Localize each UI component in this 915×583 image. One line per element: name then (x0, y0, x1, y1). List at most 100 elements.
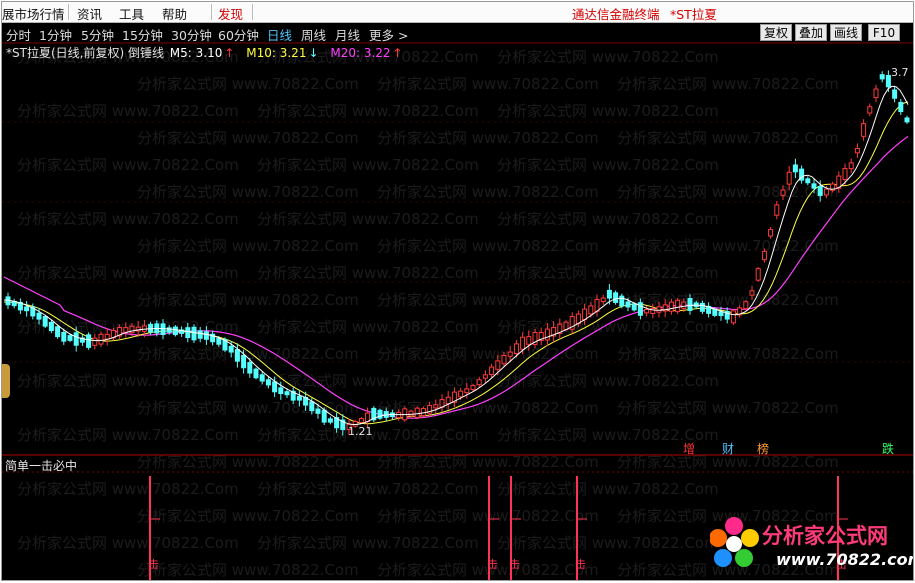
logo-url-text: www.70822.com (776, 550, 914, 569)
event-marker-increase[interactable]: 增 (683, 440, 695, 457)
candle-body (904, 117, 910, 123)
candle-body (272, 381, 278, 393)
candle-body (414, 407, 420, 418)
menu-tools[interactable]: 工具 (119, 4, 144, 23)
tab-daily[interactable]: 日线 (267, 25, 292, 44)
event-marker-drop[interactable]: 跌 (882, 440, 894, 457)
candle-body (241, 354, 247, 369)
tab-5min[interactable]: 5分钟 (81, 25, 114, 44)
candle-body (873, 88, 879, 99)
side-expand-handle[interactable] (2, 364, 10, 398)
menu-discover[interactable]: 发现 (218, 4, 243, 23)
flower-logo-icon (710, 517, 759, 567)
watermark-text: 分析家公式网 www.70822.Com (257, 156, 479, 174)
watermark-text: 分析家公式网 www.70822.Com (497, 372, 719, 390)
candle-body (98, 333, 104, 345)
chart-title: *ST拉夏(日线,前复权) 倒锤线 (6, 46, 164, 60)
candle-body (408, 410, 414, 417)
candle-body (644, 308, 650, 314)
tab-15min[interactable]: 15分钟 (122, 25, 163, 44)
candle-body (284, 391, 290, 396)
watermark-text: 分析家公式网 www.70822.Com (497, 156, 719, 174)
candle-body (67, 335, 73, 341)
watermark-text: 分析家公式网 www.70822.Com (497, 102, 719, 120)
brand-logo: 分析家公式网 www.70822.com (710, 514, 913, 578)
watermark-text: 分析家公式网 www.70822.Com (17, 264, 239, 282)
candle-body (513, 343, 519, 354)
tab-monthly[interactable]: 月线 (335, 25, 360, 44)
candle-body (278, 387, 284, 395)
candle-body (730, 310, 736, 324)
candle-body (842, 168, 848, 180)
candle-body (86, 334, 92, 348)
candle-body (197, 330, 203, 339)
candle-body (420, 408, 426, 417)
stock-name-title: *ST拉夏 (670, 7, 717, 22)
candle-body (613, 292, 619, 303)
candle-body (718, 311, 724, 317)
candle-body (24, 306, 30, 312)
tab-30min[interactable]: 30分钟 (171, 25, 212, 44)
ma5-up-icon: ↑ (224, 46, 235, 60)
tab-1min[interactable]: 1分钟 (39, 25, 72, 44)
candle-body (172, 326, 178, 336)
signal-label: 击 (575, 558, 586, 571)
watermark-text: 分析家公式网 www.70822.Com (137, 507, 359, 525)
watermark-text: 分析家公式网 www.70822.Com (137, 561, 359, 579)
watermark-text: 分析家公式网 www.70822.Com (257, 318, 479, 336)
watermark-text: 分析家公式网 www.70822.Com (257, 480, 479, 498)
candle-body (588, 305, 594, 315)
candle-body (637, 302, 643, 316)
menu-bar: 展市场行情 资讯 工具 帮助 发现 通达信金融终端 *ST拉夏 (2, 2, 913, 23)
tab-more[interactable]: 更多 > (369, 25, 408, 44)
event-marker-ranking[interactable]: 榜 (757, 440, 769, 457)
event-marker-finance[interactable]: 财 (722, 440, 734, 457)
candle-body (687, 298, 693, 311)
watermark-text: 分析家公式网 www.70822.Com (257, 264, 479, 282)
candle-body (761, 250, 767, 261)
candle-body (185, 327, 191, 339)
candle-body (315, 408, 321, 414)
f10-button[interactable]: F10 (868, 24, 900, 41)
candle-body (445, 396, 451, 405)
restore-rights-button[interactable]: 复权 (760, 24, 792, 41)
candle-body (482, 374, 488, 379)
watermark-text: 分析家公式网 www.70822.Com (377, 507, 599, 525)
candle-body (854, 148, 860, 154)
candle-body (898, 101, 904, 113)
signal-label: 击 (148, 558, 159, 571)
candle-body (619, 295, 625, 307)
candle-body (526, 336, 532, 345)
candle-body (433, 404, 439, 409)
candle-body (358, 418, 364, 423)
watermark-text: 分析家公式网 www.70822.Com (137, 183, 359, 201)
candle-body (774, 204, 780, 216)
candle-body (470, 385, 476, 390)
tab-60min[interactable]: 60分钟 (218, 25, 259, 44)
tab-weekly[interactable]: 周线 (301, 25, 326, 44)
kline-chart[interactable]: 分析家公式网 www.70822.Com 分析家公式网 www.70822.Com… (2, 2, 914, 581)
watermark-text: 分析家公式网 www.70822.Com (617, 399, 839, 417)
watermark-text: 分析家公式网 www.70822.Com (137, 75, 359, 93)
watermark-text: 分析家公式网 www.70822.Com (257, 372, 479, 390)
candle-body (668, 301, 674, 312)
watermark-text: 分析家公式网 www.70822.Com (17, 426, 239, 444)
logo-brand-text: 分析家公式网 (762, 524, 888, 548)
candle-body (656, 306, 662, 313)
candle-body (768, 229, 774, 237)
draw-line-button[interactable]: 画线 (830, 24, 862, 41)
menu-news[interactable]: 资讯 (77, 4, 102, 23)
menu-help[interactable]: 帮助 (162, 4, 187, 23)
candle-body (544, 328, 550, 341)
tab-timeshare[interactable]: 分时 (6, 25, 31, 44)
candle-body (321, 409, 327, 423)
watermark-text: 分析家公式网 www.70822.Com (497, 264, 719, 282)
candle-body (309, 401, 315, 412)
overlay-button[interactable]: 叠加 (795, 24, 827, 41)
menu-market[interactable]: 展市场行情 (2, 4, 65, 23)
signal-label: 击 (509, 558, 520, 571)
candle-body (216, 338, 222, 345)
candle-body (582, 308, 588, 321)
watermark-text: 分析家公式网 www.70822.Com (257, 102, 479, 120)
candle-body (625, 301, 631, 308)
